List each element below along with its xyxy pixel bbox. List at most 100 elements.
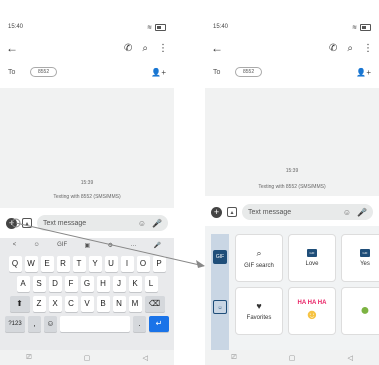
app-bar: ← ✆ ⌕ ⋮ <box>211 40 373 56</box>
texting-notice: Texting with 8552 (SMS/MMS) <box>53 194 121 200</box>
search-icon[interactable]: ⌕ <box>142 43 148 54</box>
message-input[interactable]: Text message ☺ 🎤 <box>242 204 373 220</box>
favorites-label: Favorites <box>246 315 272 321</box>
recipient-chip[interactable]: 8552 <box>235 67 263 77</box>
key-x[interactable]: X <box>48 296 62 312</box>
plus-icon[interactable]: + <box>6 217 17 229</box>
mic-icon[interactable]: 🎤 <box>152 219 162 228</box>
yes-card[interactable]: GIF Yes <box>341 234 379 282</box>
gif-badge-icon: GIF <box>360 249 370 257</box>
key-j[interactable]: J <box>112 276 126 292</box>
to-label: To <box>8 68 16 76</box>
key-k[interactable]: K <box>128 276 142 292</box>
call-icon[interactable]: ✆ <box>329 43 337 54</box>
sticker-panel: GIF ☺ ⌕ GIF search GIF Love GIF Yes ♥ Fa… <box>205 226 379 350</box>
mic-icon[interactable]: 🎤 <box>357 208 367 217</box>
space-key[interactable] <box>60 316 130 332</box>
enter-key[interactable]: ↵ <box>149 316 169 332</box>
recents-icon[interactable]: ⎚ <box>231 354 237 362</box>
shift-key[interactable]: ⬆ <box>9 296 30 312</box>
key-h[interactable]: H <box>96 276 110 292</box>
emoji-icon[interactable]: ☺ <box>343 208 351 217</box>
home-icon[interactable]: ▢ <box>84 354 91 362</box>
laughing-sticker-icon: ☻ <box>304 306 320 322</box>
key-y[interactable]: Y <box>88 256 102 272</box>
nav-back-icon[interactable]: ◁ <box>143 354 148 362</box>
key-u[interactable]: U <box>104 256 118 272</box>
message-placeholder: Text message <box>248 208 292 216</box>
key-f[interactable]: F <box>64 276 78 292</box>
call-icon[interactable]: ✆ <box>124 43 132 54</box>
key-i[interactable]: I <box>120 256 134 272</box>
gif-search-label: GIF search <box>244 262 274 269</box>
key-t[interactable]: T <box>72 256 86 272</box>
key-d[interactable]: D <box>48 276 62 292</box>
key-e[interactable]: E <box>40 256 54 272</box>
menu-icon[interactable]: ⋮ <box>158 43 168 54</box>
kb-back-icon[interactable]: < <box>13 242 17 248</box>
kb-mic-icon[interactable]: 🎤 <box>154 242 161 249</box>
love-label: Love <box>305 261 319 267</box>
recipient-chip[interactable]: 8552 <box>30 67 58 77</box>
avocado-sticker-icon: ● <box>360 302 370 319</box>
add-person-icon[interactable]: 👤+ <box>151 68 166 77</box>
heart-icon: ♥ <box>256 301 262 311</box>
back-arrow-icon[interactable]: ← <box>6 41 18 55</box>
compose-bar: + ▴ Text message ☺ 🎤 <box>6 214 168 232</box>
love-card[interactable]: GIF Love <box>288 234 336 282</box>
comma-key[interactable]: , <box>28 316 41 332</box>
phone-left: 15:40 ≋ ← ✆ ⌕ ⋮ To 8552 👤+ 15:39 Texting… <box>0 0 174 365</box>
key-m[interactable]: M <box>128 296 142 312</box>
gif-category-icon[interactable]: GIF <box>213 250 227 264</box>
kb-more-icon[interactable]: … <box>130 242 136 248</box>
emoji-key[interactable]: ☺ <box>44 316 57 332</box>
emoji-icon[interactable]: ☺ <box>138 219 146 228</box>
key-q[interactable]: Q <box>8 256 22 272</box>
backspace-key[interactable]: ⌫ <box>144 296 165 312</box>
key-n[interactable]: N <box>112 296 126 312</box>
message-input[interactable]: Text message ☺ 🎤 <box>37 215 168 231</box>
key-b[interactable]: B <box>96 296 110 312</box>
status-time: 15:40 <box>8 24 24 30</box>
recipient-row: To 8552 👤+ <box>8 64 166 80</box>
symbols-key[interactable]: ?123 <box>5 316 25 332</box>
back-arrow-icon[interactable]: ← <box>211 41 223 55</box>
menu-icon[interactable]: ⋮ <box>363 43 373 54</box>
to-label: To <box>213 68 221 76</box>
texting-notice: Texting with 8552 (SMS/MMS) <box>258 184 326 190</box>
message-placeholder: Text message <box>43 219 87 227</box>
thread-time: 15:39 <box>80 180 94 186</box>
gallery-icon[interactable]: ▴ <box>22 218 32 228</box>
kb-settings-icon[interactable]: ⚙ <box>108 242 113 249</box>
key-w[interactable]: W <box>24 256 38 272</box>
key-s[interactable]: S <box>32 276 46 292</box>
gallery-icon[interactable]: ▴ <box>227 207 237 217</box>
kb-sticker-icon[interactable]: ☺ <box>34 242 40 248</box>
nav-back-icon[interactable]: ◁ <box>348 354 353 362</box>
period-key[interactable]: . <box>133 316 146 332</box>
favorites-card[interactable]: ♥ Favorites <box>235 287 283 335</box>
key-l[interactable]: L <box>144 276 158 292</box>
plus-icon[interactable]: + <box>211 206 222 218</box>
avocado-sticker[interactable]: ● <box>341 287 379 335</box>
thread-time: 15:39 <box>285 168 299 174</box>
gif-search-card[interactable]: ⌕ GIF search <box>235 234 283 282</box>
key-c[interactable]: C <box>64 296 78 312</box>
home-icon[interactable]: ▢ <box>289 354 296 362</box>
key-r[interactable]: R <box>56 256 70 272</box>
search-icon[interactable]: ⌕ <box>347 43 353 54</box>
key-o[interactable]: O <box>136 256 150 272</box>
sticker-category-icon[interactable]: ☺ <box>213 300 227 314</box>
key-p[interactable]: P <box>152 256 166 272</box>
kb-gif-button[interactable]: GIF <box>57 242 67 248</box>
sticker-category-bar: GIF ☺ <box>211 234 229 350</box>
recents-icon[interactable]: ⎚ <box>26 354 32 362</box>
add-person-icon[interactable]: 👤+ <box>356 68 371 77</box>
kb-clipboard-icon[interactable]: ▣ <box>85 242 91 249</box>
key-v[interactable]: V <box>80 296 94 312</box>
key-z[interactable]: Z <box>32 296 46 312</box>
key-g[interactable]: G <box>80 276 94 292</box>
status-bar: 15:40 ≋ <box>213 22 371 32</box>
key-a[interactable]: A <box>16 276 30 292</box>
haha-sticker[interactable]: HA HA HA ☻ <box>288 287 336 335</box>
